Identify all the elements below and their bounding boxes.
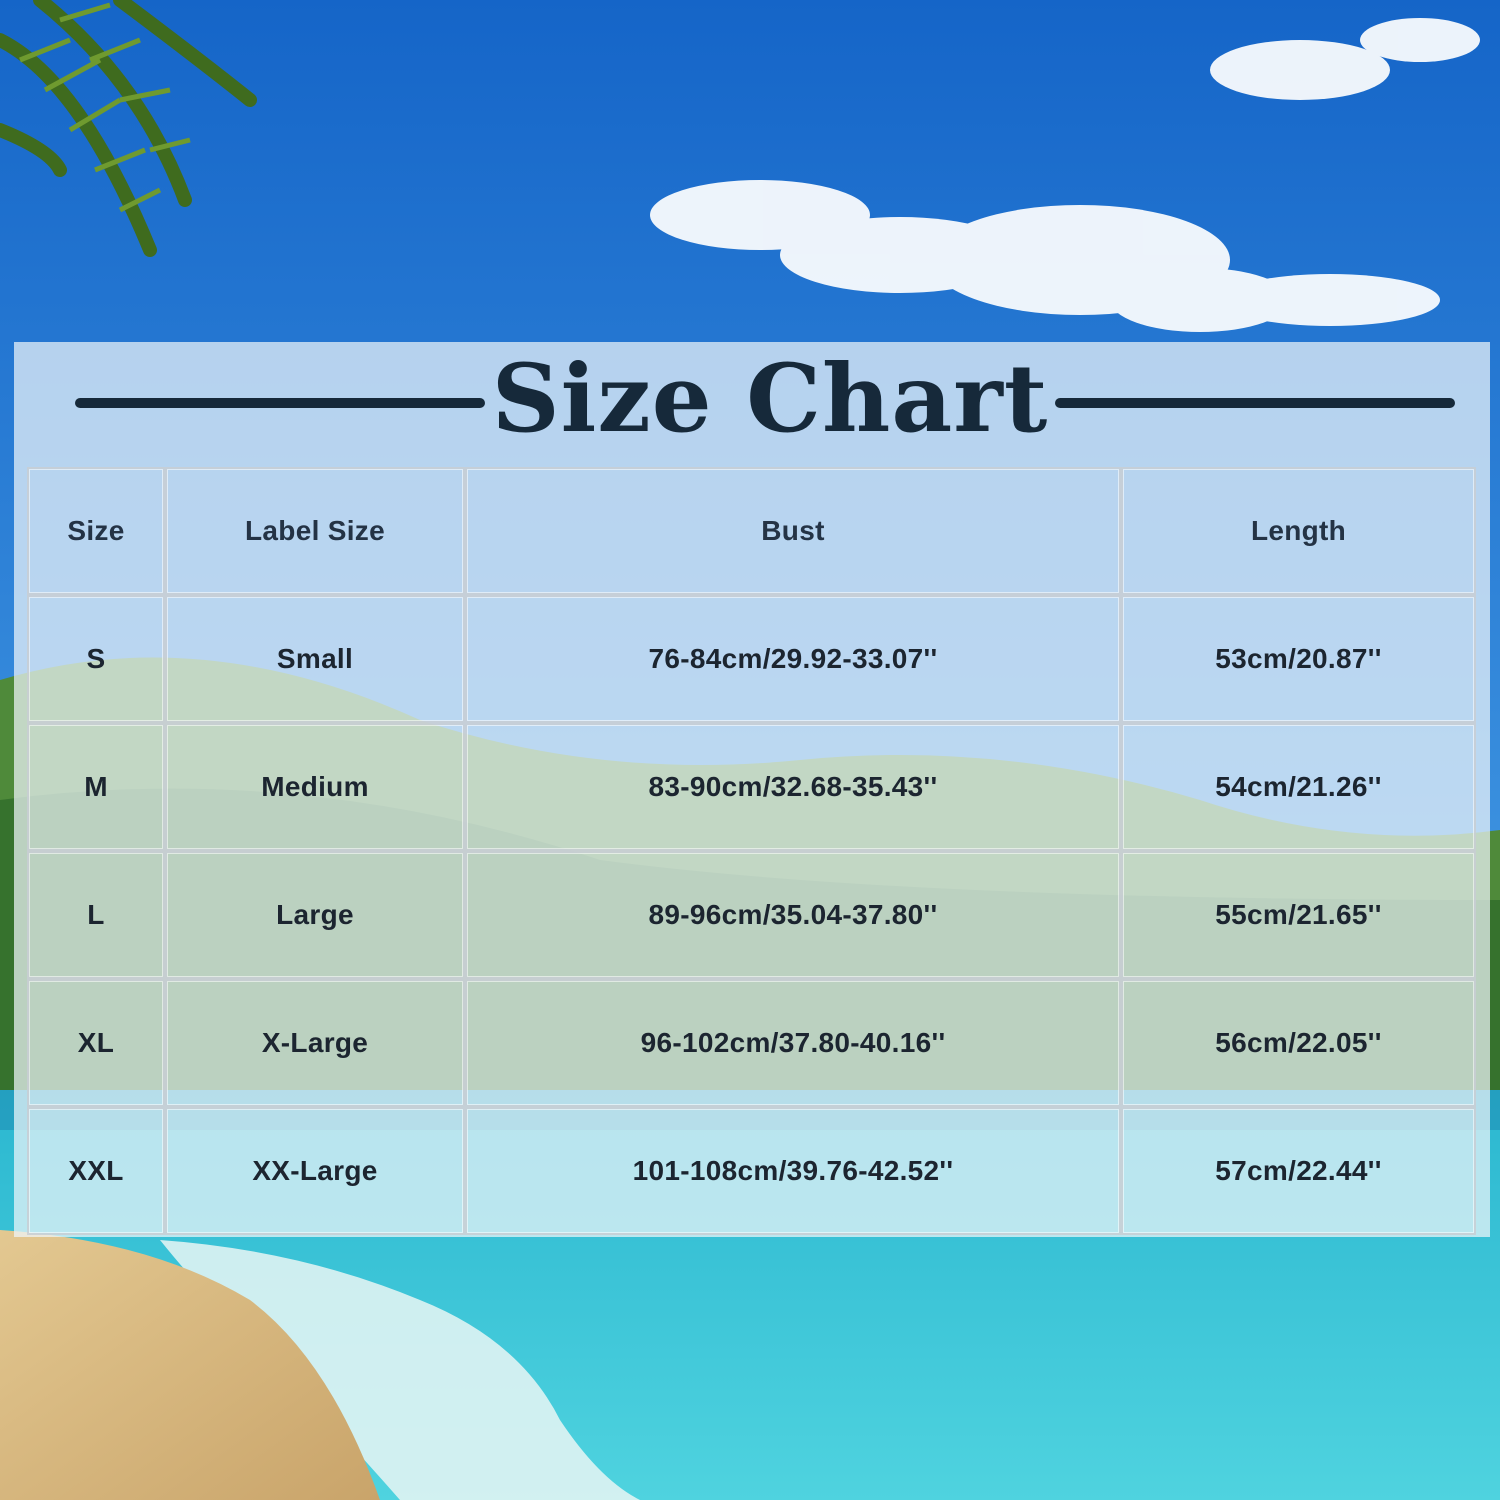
cell-size: M xyxy=(27,723,165,851)
cell-length: 55cm/21.65'' xyxy=(1121,851,1476,979)
title-rule-left xyxy=(75,398,485,408)
cell-size: L xyxy=(27,851,165,979)
table-row: XXL XX-Large 101-108cm/39.76-42.52'' 57c… xyxy=(27,1107,1476,1235)
cell-label-size: X-Large xyxy=(165,979,465,1107)
cell-size: S xyxy=(27,595,165,723)
cell-size: XXL xyxy=(27,1107,165,1235)
size-table: Size Label Size Bust Length S Small 76-8… xyxy=(27,467,1476,1235)
table-row: M Medium 83-90cm/32.68-35.43'' 54cm/21.2… xyxy=(27,723,1476,851)
cell-bust: 83-90cm/32.68-35.43'' xyxy=(465,723,1121,851)
column-header-label-size: Label Size xyxy=(165,467,465,595)
table-row: XL X-Large 96-102cm/37.80-40.16'' 56cm/2… xyxy=(27,979,1476,1107)
cell-bust: 89-96cm/35.04-37.80'' xyxy=(465,851,1121,979)
cell-bust: 76-84cm/29.92-33.07'' xyxy=(465,595,1121,723)
table-row: L Large 89-96cm/35.04-37.80'' 55cm/21.65… xyxy=(27,851,1476,979)
cell-label-size: Medium xyxy=(165,723,465,851)
cell-label-size: XX-Large xyxy=(165,1107,465,1235)
cell-length: 56cm/22.05'' xyxy=(1121,979,1476,1107)
column-header-size: Size xyxy=(27,467,165,595)
cell-label-size: Large xyxy=(165,851,465,979)
cell-bust: 96-102cm/37.80-40.16'' xyxy=(465,979,1121,1107)
table-row: S Small 76-84cm/29.92-33.07'' 53cm/20.87… xyxy=(27,595,1476,723)
column-header-bust: Bust xyxy=(465,467,1121,595)
cell-label-size: Small xyxy=(165,595,465,723)
cell-length: 57cm/22.44'' xyxy=(1121,1107,1476,1235)
table-header-row: Size Label Size Bust Length xyxy=(27,467,1476,595)
cell-length: 53cm/20.87'' xyxy=(1121,595,1476,723)
cell-bust: 101-108cm/39.76-42.52'' xyxy=(465,1107,1121,1235)
title-rule-right xyxy=(1055,398,1455,408)
cell-length: 54cm/21.26'' xyxy=(1121,723,1476,851)
cell-size: XL xyxy=(27,979,165,1107)
chart-title: Size Chart xyxy=(491,344,1049,454)
column-header-length: Length xyxy=(1121,467,1476,595)
